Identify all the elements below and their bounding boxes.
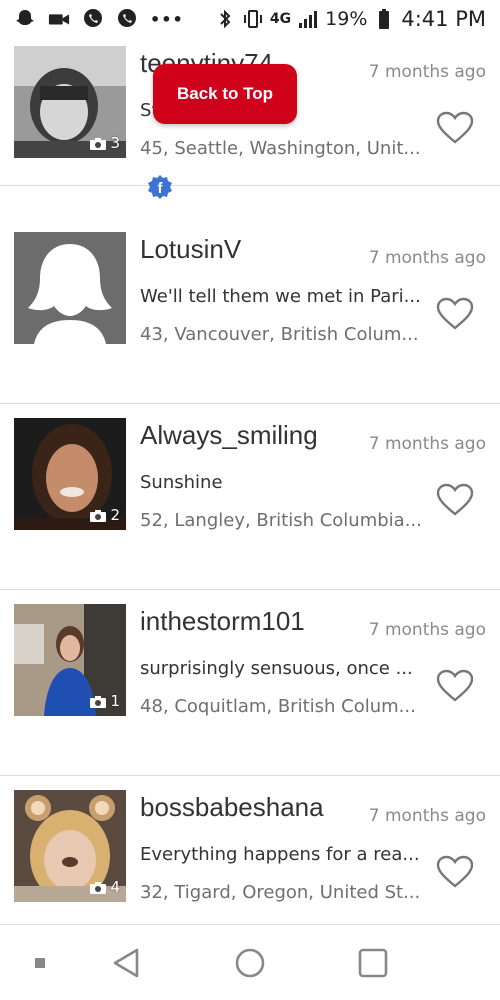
status-bar: ••• 4G 19% 4:41 PM xyxy=(0,0,500,38)
video-camera-icon xyxy=(48,8,70,30)
profile-tagline: We'll tell them we met in Pari... xyxy=(140,286,421,307)
network-type-label: 4G xyxy=(269,11,292,27)
profile-location: 52, Langley, British Columbia... xyxy=(140,510,422,531)
recents-square-icon[interactable] xyxy=(353,943,393,983)
battery-icon xyxy=(373,8,395,30)
profile-card[interactable]: 4 bossbabeshana 7 months ago Everything … xyxy=(0,776,500,924)
facebook-icon: f xyxy=(147,174,173,200)
profile-time-ago: 7 months ago xyxy=(368,62,486,82)
camera-icon xyxy=(90,137,107,150)
heart-icon[interactable] xyxy=(436,669,474,703)
viber-icon-2 xyxy=(116,8,138,30)
more-notifications-dots: ••• xyxy=(150,9,184,29)
profile-feed[interactable]: 3 teenytiny74 7 months ago Sweet & sassy… xyxy=(0,38,500,924)
status-bar-system: 4G 19% 4:41 PM xyxy=(214,7,486,31)
bluetooth-icon xyxy=(214,8,236,30)
photo-count-value: 3 xyxy=(110,134,120,152)
android-nav-bar xyxy=(0,924,500,1000)
profile-time-ago: 7 months ago xyxy=(368,806,486,826)
heart-icon[interactable] xyxy=(436,111,474,145)
profile-location: 48, Coquitlam, British Colum... xyxy=(140,696,416,717)
profile-tagline: surprisingly sensuous, once ... xyxy=(140,658,413,679)
profile-location: 43, Vancouver, British Colum... xyxy=(140,324,419,345)
photo-count-value: 4 xyxy=(110,878,120,896)
status-bar-notifications: ••• xyxy=(14,8,184,30)
photo-count: 4 xyxy=(90,878,120,896)
profile-photo[interactable]: 1 xyxy=(14,604,126,716)
camera-icon xyxy=(90,881,107,894)
profile-card[interactable]: LotusinV 7 months ago We'll tell them we… xyxy=(0,218,500,404)
back-to-top-button[interactable]: Back to Top xyxy=(153,64,297,124)
profile-username[interactable]: bossbabeshana xyxy=(140,792,324,823)
photo-count-value: 1 xyxy=(110,692,120,710)
heart-icon[interactable] xyxy=(436,483,474,517)
photo-count: 1 xyxy=(90,692,120,710)
profile-card[interactable]: 1 inthestorm101 7 months ago surprisingl… xyxy=(0,590,500,776)
signal-icon xyxy=(297,8,319,30)
profile-username[interactable]: LotusinV xyxy=(140,234,241,265)
profile-location: 45, Seattle, Washington, Unit... xyxy=(140,138,421,159)
profile-photo[interactable]: 2 xyxy=(14,418,126,530)
profile-card[interactable]: 2 Always_smiling 7 months ago Sunshine 5… xyxy=(0,404,500,590)
back-triangle-icon[interactable] xyxy=(106,943,146,983)
ghost-icon xyxy=(14,8,36,30)
photo-count: 3 xyxy=(90,134,120,152)
profile-username[interactable]: inthestorm101 xyxy=(140,606,305,637)
clock-time: 4:41 PM xyxy=(401,7,486,31)
heart-icon[interactable] xyxy=(436,855,474,889)
profile-photo[interactable] xyxy=(14,232,126,344)
vibrate-icon xyxy=(242,8,264,30)
profile-time-ago: 7 months ago xyxy=(368,248,486,268)
profile-location: 32, Tigard, Oregon, United St... xyxy=(140,882,421,903)
photo-count: 2 xyxy=(90,506,120,524)
profile-time-ago: 7 months ago xyxy=(368,434,486,454)
camera-icon xyxy=(90,695,107,708)
square-small-icon[interactable] xyxy=(20,943,60,983)
profile-username[interactable]: Always_smiling xyxy=(140,420,318,451)
viber-icon xyxy=(82,8,104,30)
profile-time-ago: 7 months ago xyxy=(368,620,486,640)
battery-percent: 19% xyxy=(325,8,368,30)
profile-tagline: Everything happens for a rea... xyxy=(140,844,420,865)
profile-photo[interactable]: 4 xyxy=(14,790,126,902)
profile-photo[interactable]: 3 xyxy=(14,46,126,158)
photo-count-value: 2 xyxy=(110,506,120,524)
home-circle-icon[interactable] xyxy=(230,943,270,983)
profile-tagline: Sunshine xyxy=(140,472,223,493)
heart-icon[interactable] xyxy=(436,297,474,331)
camera-icon xyxy=(90,509,107,522)
